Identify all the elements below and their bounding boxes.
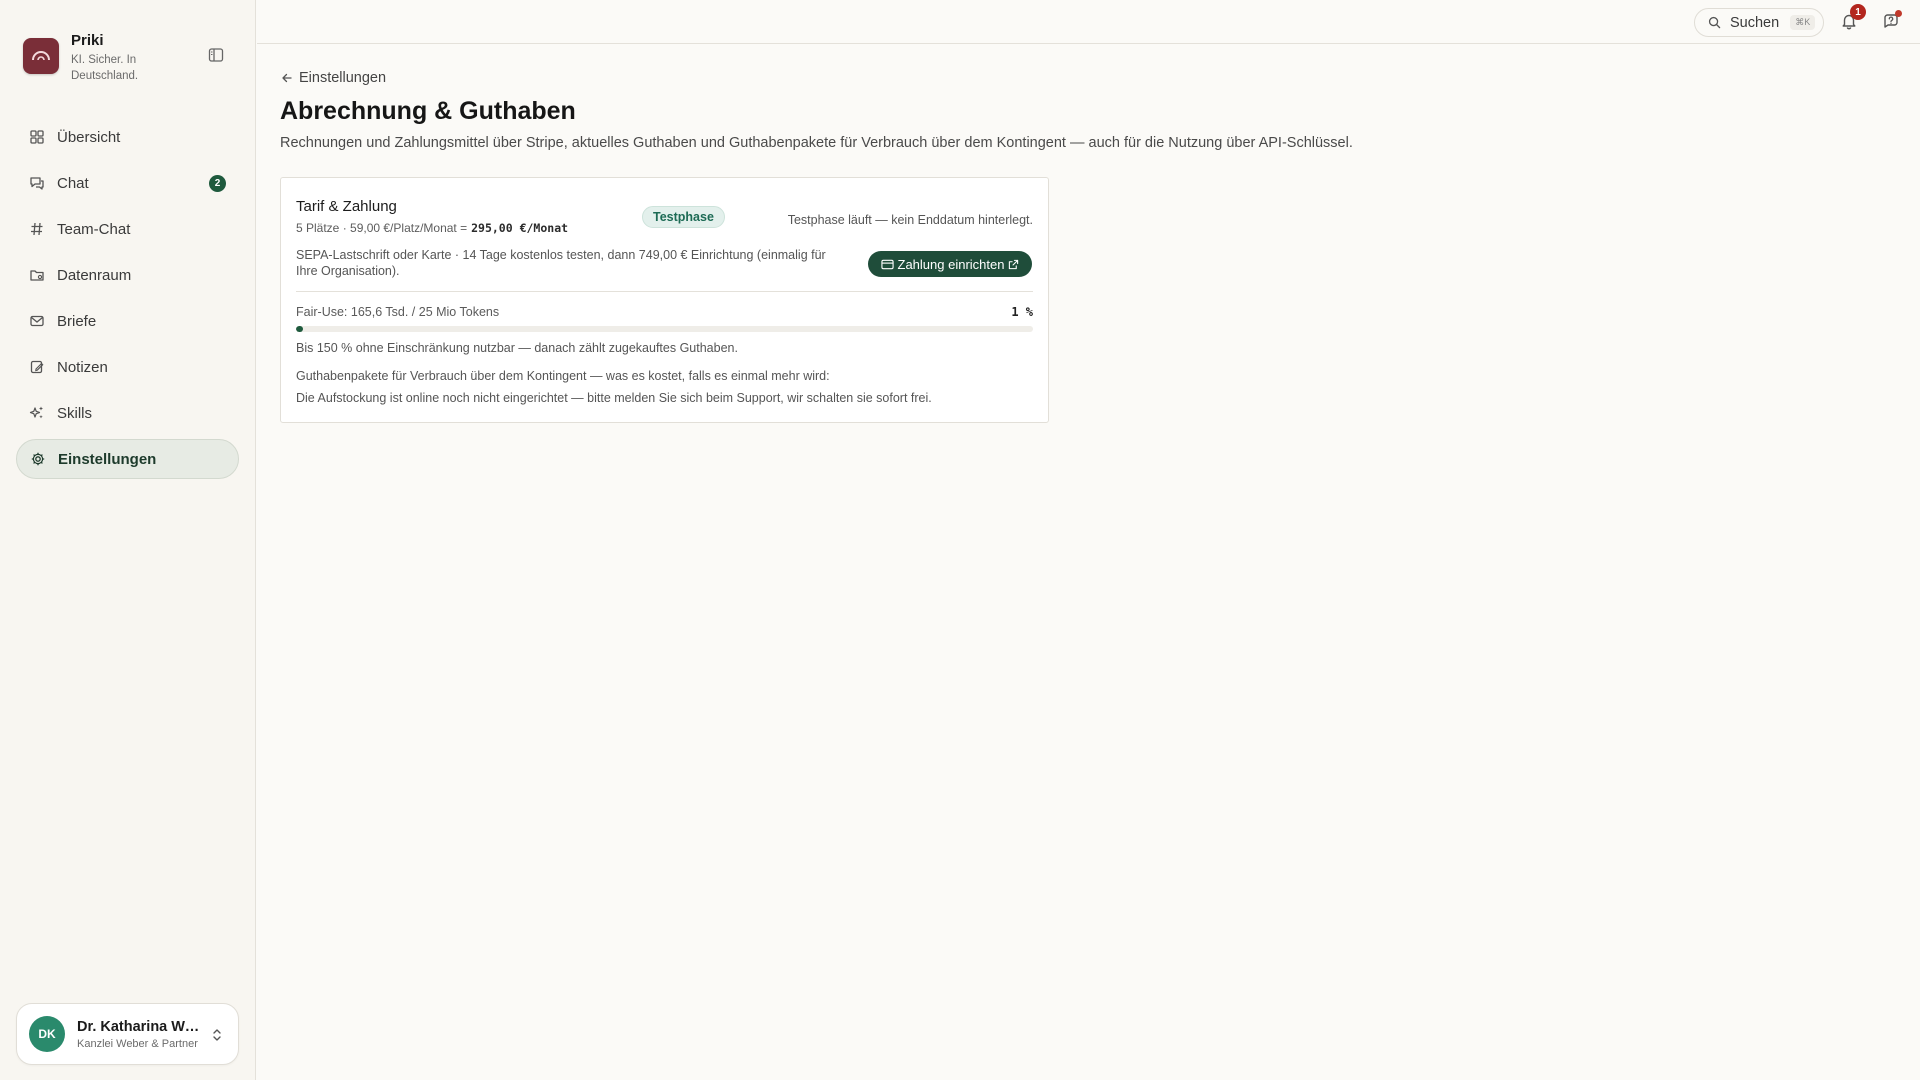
- avatar: DK: [29, 1016, 65, 1052]
- gear-icon: [30, 451, 46, 467]
- packages-heading: Guthabenpakete für Verbrauch über dem Ko…: [296, 369, 830, 383]
- user-org: Kanzlei Weber & Partner: [77, 1037, 198, 1050]
- notification-badge: 1: [1850, 4, 1866, 20]
- sparkle-icon: [29, 405, 45, 421]
- sidebar-item-label: Einstellungen: [58, 450, 157, 468]
- arrow-left-icon: [282, 73, 292, 83]
- setup-payment-button[interactable]: Zahlung einrichten: [868, 251, 1032, 277]
- sidebar-item-datenraum[interactable]: Datenraum: [16, 255, 239, 295]
- user-menu[interactable]: DK Dr. Katharina Weber Kanzlei Weber & P…: [16, 1003, 239, 1065]
- sidebar-item-label: Datenraum: [57, 266, 132, 284]
- search-icon: [1708, 16, 1721, 29]
- chat-unread-badge: 2: [209, 175, 226, 192]
- mail-icon: [29, 313, 45, 329]
- fair-use-progress-fill: [296, 326, 304, 332]
- sidebar-item-label: Briefe: [57, 312, 97, 330]
- payment-methods-text: SEPA-Lastschrift oder Karte · 14 Tage ko…: [296, 248, 826, 278]
- sidebar-item-label: Chat: [57, 174, 89, 192]
- search-button[interactable]: Suchen ⌘K: [1694, 8, 1824, 37]
- credit-card-icon: [880, 259, 894, 269]
- sidebar-item-label: Team-Chat: [57, 220, 131, 238]
- folder-icon: [29, 267, 45, 283]
- chevron-up-down-icon: [210, 1027, 224, 1043]
- search-shortcut: ⌘K: [1790, 15, 1816, 30]
- grid-icon: [29, 129, 45, 145]
- packages-note: Die Aufstockung ist online noch nicht ei…: [296, 391, 932, 405]
- sidebar-item-chat[interactable]: Chat 2: [16, 163, 239, 203]
- sidebar-item-label: Skills: [57, 404, 93, 422]
- search-label: Suchen: [1730, 14, 1780, 31]
- fair-use-progress-bar: [296, 326, 1033, 332]
- sidebar-item-label: Notizen: [57, 358, 108, 376]
- sidebar: Priki KI. Sicher. In Deutschland. Übersi…: [0, 0, 256, 1080]
- brand-tagline: KI. Sicher. In Deutschland.: [71, 54, 139, 82]
- user-name: Dr. Katharina Weber: [77, 1018, 202, 1035]
- back-to-settings-link[interactable]: Einstellungen: [281, 70, 386, 86]
- sidebar-item-briefe[interactable]: Briefe: [16, 301, 239, 341]
- status-badge: Testphase: [642, 206, 725, 228]
- help-indicator-dot: [1895, 10, 1902, 17]
- brand-name: Priki: [71, 32, 104, 49]
- sidebar-item-skills[interactable]: Skills: [16, 393, 239, 433]
- topbar: [257, 0, 1920, 44]
- external-link-icon: [1009, 259, 1019, 269]
- brand: Priki KI. Sicher. In Deutschland.: [23, 32, 163, 84]
- back-link-label: Einstellungen: [299, 70, 387, 86]
- sidebar-item-notizen[interactable]: Notizen: [16, 347, 239, 387]
- setup-payment-label: Zahlung einrichten: [897, 256, 1005, 272]
- plan-total-price: 295,00 €/Monat: [471, 221, 569, 235]
- sidebar-item-einstellungen[interactable]: Einstellungen: [16, 439, 239, 479]
- plan-details: 5 Plätze · 59,00 €/Platz/Monat = 295,00 …: [296, 221, 568, 235]
- plan-title: Tarif & Zahlung: [296, 198, 397, 215]
- note-icon: [29, 359, 45, 375]
- trial-note: Testphase läuft — kein Enddatum hinterle…: [787, 213, 1033, 227]
- plan-details-text: 5 Plätze · 59,00 €/Platz/Monat =: [296, 221, 468, 235]
- sidebar-nav: Übersicht Chat 2 Team-Chat Datenraum Bri…: [16, 117, 239, 485]
- fair-use-label: Fair-Use: 165,6 Tsd. / 25 Mio Tokens: [296, 305, 500, 319]
- sidebar-item-label: Übersicht: [57, 128, 121, 146]
- sidebar-item-uebersicht[interactable]: Übersicht: [16, 117, 239, 157]
- collapse-sidebar-icon[interactable]: [208, 47, 226, 65]
- chat-icon: [29, 175, 45, 191]
- page-title: Abrechnung & Guthaben: [280, 97, 576, 125]
- hash-icon: [29, 221, 45, 237]
- page-description: Rechnungen und Zahlungsmittel über Strip…: [280, 135, 1353, 151]
- fair-use-percent: 1 %: [1011, 305, 1033, 319]
- divider: [296, 291, 1033, 292]
- brand-logo[interactable]: [23, 38, 59, 74]
- billing-card: Tarif & Zahlung 5 Plätze · 59,00 €/Platz…: [280, 177, 1049, 423]
- sidebar-item-team-chat[interactable]: Team-Chat: [16, 209, 239, 249]
- fair-use-note: Bis 150 % ohne Einschränkung nutzbar — d…: [296, 341, 738, 355]
